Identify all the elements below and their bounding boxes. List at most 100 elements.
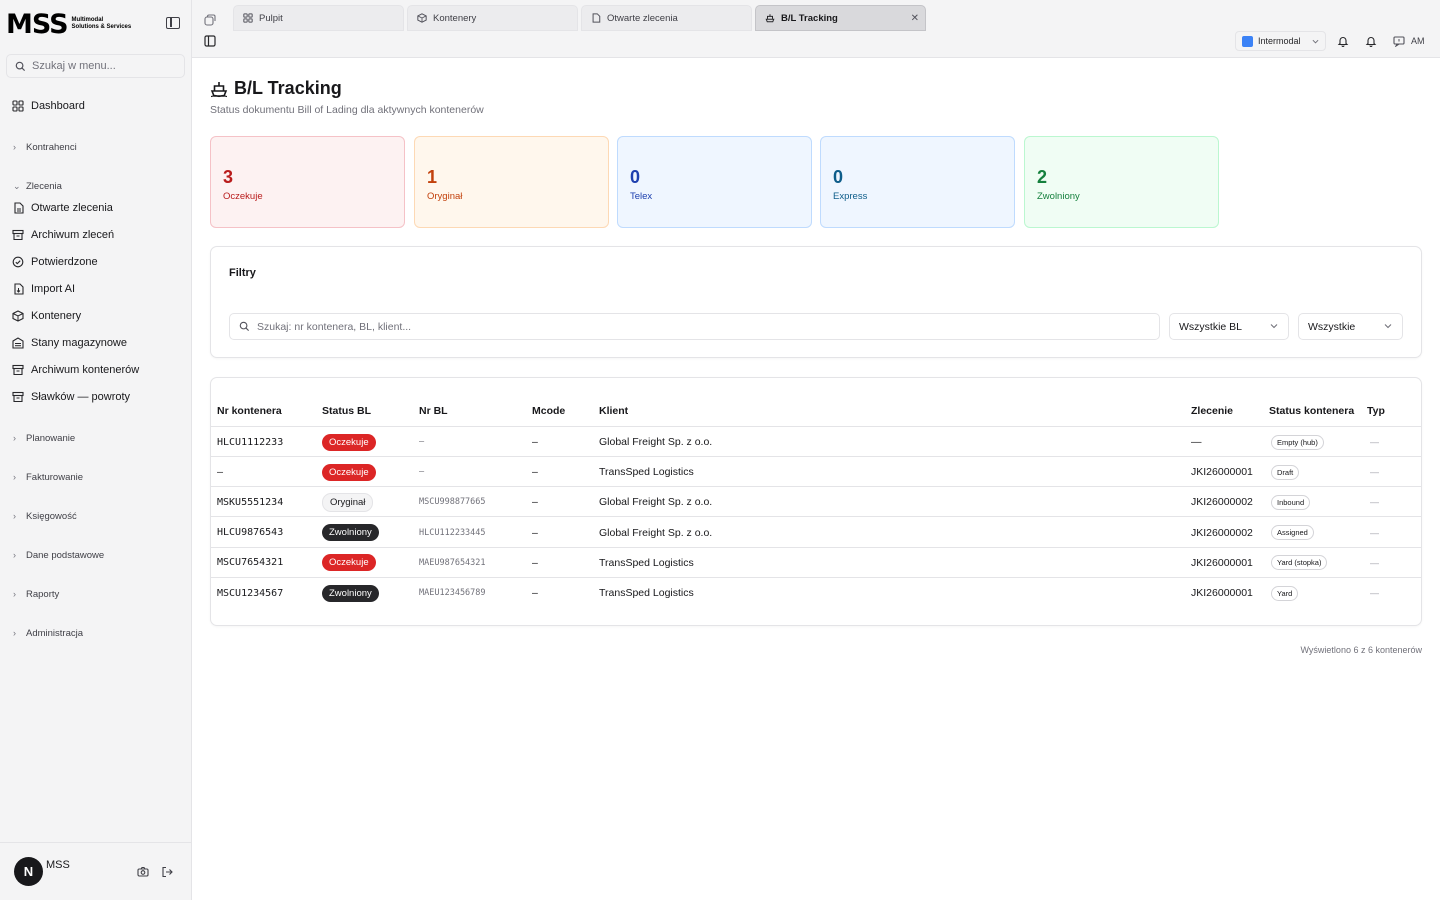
column-header-status-kontenera[interactable]: Status kontenera bbox=[1269, 405, 1354, 417]
sidebar-panel-icon[interactable] bbox=[204, 35, 216, 47]
logout-icon[interactable] bbox=[161, 866, 173, 878]
sidebar-item-stany-magazynowe[interactable]: Stany magazynowe bbox=[12, 335, 127, 351]
sidebar-group-fakturowanie[interactable]: › Fakturowanie bbox=[13, 470, 83, 484]
column-header-mcode[interactable]: Mcode bbox=[532, 405, 565, 417]
column-header-status-bl[interactable]: Status BL bbox=[322, 405, 371, 417]
sidebar-item-archiwum-zlecen[interactable]: Archiwum zleceń bbox=[12, 227, 114, 243]
sidebar-item-import-ai[interactable]: Import AI bbox=[12, 281, 75, 297]
tab-label: Kontenery bbox=[433, 12, 477, 24]
column-header-klient[interactable]: Klient bbox=[599, 405, 628, 417]
filter-search-input[interactable] bbox=[257, 320, 1137, 333]
message-icon[interactable] bbox=[1393, 35, 1405, 47]
menu-search-input[interactable] bbox=[32, 60, 172, 72]
stat-card-telex[interactable]: 0 Telex bbox=[617, 136, 812, 228]
close-icon[interactable]: ✕ bbox=[911, 13, 919, 24]
cell-order: JKI26000001 bbox=[1191, 587, 1253, 599]
stat-card-oryginal[interactable]: 1 Oryginał bbox=[414, 136, 609, 228]
cell-container: MSCU1234567 bbox=[217, 587, 284, 599]
cell-mcode: – bbox=[532, 496, 538, 509]
sidebar-group-dane-podstawowe[interactable]: › Dane podstawowe bbox=[13, 548, 104, 562]
tab-pulpit[interactable]: Pulpit bbox=[233, 5, 404, 31]
sidebar-group-ksiegowosc[interactable]: › Księgowość bbox=[13, 509, 77, 523]
tab-otwarte-zlecenia[interactable]: Otwarte zlecenia bbox=[581, 5, 752, 31]
table-row[interactable]: MSKU5551234 Oryginał MSCU998877665 – Global … bbox=[211, 487, 1421, 518]
tabs-menu-icon[interactable] bbox=[204, 14, 216, 26]
containers-table: Nr kontenera Status BL Nr BL Mcode Klien… bbox=[210, 377, 1422, 626]
sidebar-item-potwierdzone[interactable]: Potwierdzone bbox=[12, 254, 98, 270]
table-row[interactable]: – Oczekuje — – TransSped Logistics JKI2600000… bbox=[211, 457, 1421, 488]
grid-icon bbox=[243, 13, 253, 23]
container-status-badge: Yard (stopka) bbox=[1271, 555, 1328, 571]
tab-bl-tracking[interactable]: B/L Tracking ✕ bbox=[755, 5, 926, 31]
column-header-typ[interactable]: Typ bbox=[1367, 405, 1385, 417]
logo-mark: MSS bbox=[6, 8, 69, 40]
stat-label: Telex bbox=[630, 191, 653, 202]
cell-container-status: Draft bbox=[1271, 457, 1300, 487]
cell-bl-number: MSCU998877665 bbox=[419, 497, 486, 508]
sidebar-item-archiwum-kontenerow[interactable]: Archiwum kontenerów bbox=[12, 362, 139, 378]
sidebar-item-label: Otwarte zlecenia bbox=[31, 202, 113, 214]
file-icon bbox=[591, 13, 601, 23]
stat-value: 2 bbox=[1037, 167, 1048, 187]
cell-container: HLCU1112233 bbox=[217, 436, 284, 448]
sidebar-item-slawkow-powroty[interactable]: Sławków — powroty bbox=[12, 389, 130, 405]
select-value: Wszystkie bbox=[1308, 320, 1356, 333]
container-icon bbox=[417, 13, 427, 23]
filter-search[interactable] bbox=[229, 313, 1160, 340]
column-header-nr-bl[interactable]: Nr BL bbox=[419, 405, 448, 417]
tab-kontenery[interactable]: Kontenery bbox=[407, 5, 578, 31]
sidebar-item-label: Archiwum zleceń bbox=[31, 229, 115, 241]
bell-icon[interactable] bbox=[1337, 35, 1349, 47]
page-title-text: B/L Tracking bbox=[234, 78, 342, 98]
sidebar-item-otwarte-zlecenia[interactable]: Otwarte zlecenia bbox=[12, 200, 113, 216]
workspace-select[interactable]: Intermodal bbox=[1235, 31, 1326, 51]
chevron-down-icon bbox=[1384, 324, 1392, 329]
logo[interactable]: MSS Multimodal Solutions & Services bbox=[6, 8, 132, 40]
sidebar-group-planowanie[interactable]: › Planowanie bbox=[13, 431, 75, 445]
cell-type: — bbox=[1370, 437, 1379, 447]
archive-icon bbox=[12, 229, 24, 241]
logo-line-2: Solutions & Services bbox=[71, 24, 132, 30]
camera-icon[interactable] bbox=[137, 866, 149, 878]
stat-value: 3 bbox=[223, 167, 234, 187]
sidebar-toggle-icon[interactable] bbox=[166, 17, 180, 29]
sidebar-group-kontrahenci[interactable]: › Kontrahenci bbox=[13, 140, 77, 154]
bl-status-select[interactable]: Wszystkie BL bbox=[1169, 313, 1289, 340]
stat-card-oczekuje[interactable]: 3 Oczekuje bbox=[210, 136, 405, 228]
bl-status-badge: Oryginał bbox=[322, 492, 374, 512]
cell-container-status: Yard (stopka) bbox=[1271, 548, 1328, 578]
table-row[interactable]: MSCU1234567 Zwolniony MAEU123456789 – TransS… bbox=[211, 578, 1421, 608]
sidebar-item-kontenery[interactable]: Kontenery bbox=[12, 308, 81, 324]
page-title: B/L Tracking bbox=[210, 78, 342, 99]
stat-card-express[interactable]: 0 Express bbox=[820, 136, 1015, 228]
menu-search[interactable] bbox=[6, 54, 185, 78]
table-row[interactable]: MSCU7654321 Oczekuje MAEU987654321 – TransSp… bbox=[211, 548, 1421, 578]
sidebar-group-raporty[interactable]: › Raporty bbox=[13, 587, 59, 601]
column-header-nr-kontenera[interactable]: Nr kontenera bbox=[217, 405, 282, 417]
stat-card-zwolniony[interactable]: 2 Zwolniony bbox=[1024, 136, 1219, 228]
table-row[interactable]: HLCU9876543 Zwolniony HLCU112233445 – Global… bbox=[211, 518, 1421, 548]
cell-container: – bbox=[217, 466, 224, 478]
type-select[interactable]: Wszystkie bbox=[1298, 313, 1403, 340]
bl-status-badge: Zwolniony bbox=[322, 584, 379, 602]
notifications-icon[interactable] bbox=[1365, 35, 1377, 47]
sidebar-group-administracja[interactable]: › Administracja bbox=[13, 626, 83, 640]
chevron-right-icon: › bbox=[13, 433, 16, 443]
column-header-zlecenie[interactable]: Zlecenie bbox=[1191, 405, 1233, 417]
stat-label: Oczekuje bbox=[223, 191, 263, 202]
user-initials[interactable]: AM bbox=[1411, 36, 1425, 46]
tab-label: Otwarte zlecenia bbox=[607, 12, 678, 24]
cell-order: JKI26000001 bbox=[1191, 556, 1253, 569]
cell-type: — bbox=[1370, 588, 1379, 598]
table-row[interactable]: HLCU1112233 Oczekuje — – Global Freight Sp. … bbox=[211, 427, 1421, 457]
sidebar-group-zlecenia[interactable]: ⌄ Zlecenia bbox=[13, 179, 62, 193]
sidebar-item-dashboard[interactable]: Dashboard bbox=[12, 98, 85, 114]
avatar[interactable]: N bbox=[14, 857, 43, 886]
file-import-icon bbox=[12, 283, 24, 295]
chevron-down-icon bbox=[1270, 324, 1278, 329]
cell-bl-number: — bbox=[419, 467, 425, 478]
cell-container-status: Inbound bbox=[1271, 487, 1311, 517]
container-status-badge: Assigned bbox=[1271, 525, 1314, 541]
page-subtitle: Status dokumentu Bill of Lading dla akty… bbox=[210, 104, 484, 116]
stat-value: 0 bbox=[833, 167, 844, 187]
